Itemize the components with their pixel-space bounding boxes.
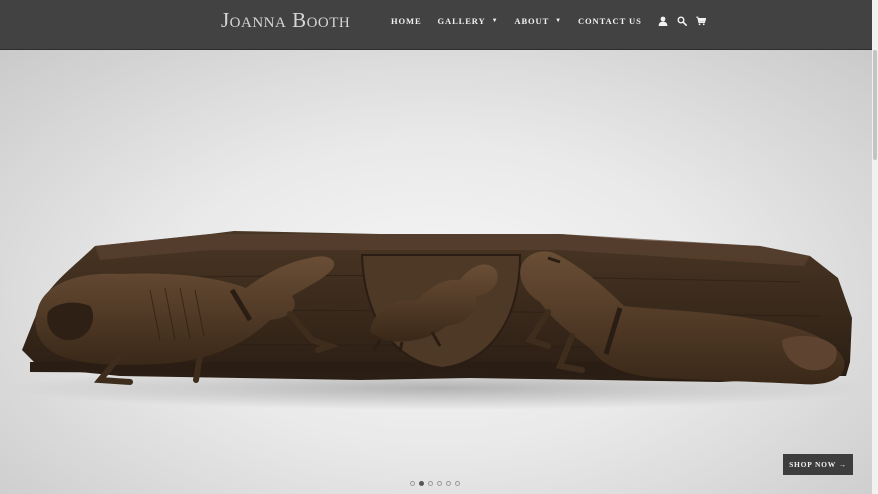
page-scrollbar[interactable] <box>872 0 878 494</box>
nav-gallery-label: GALLERY <box>437 16 486 26</box>
slide-dot[interactable] <box>455 481 460 486</box>
nav-home-label: HOME <box>391 16 422 26</box>
slide-dot[interactable] <box>446 481 451 486</box>
search-icon[interactable] <box>677 16 687 26</box>
slide-indicators <box>410 481 464 486</box>
slide-dot[interactable] <box>437 481 442 486</box>
chevron-down-icon: ▼ <box>555 18 562 24</box>
chevron-down-icon: ▼ <box>491 18 499 24</box>
nav-home[interactable]: HOME <box>391 16 422 26</box>
nav-about-label: ABOUT <box>514 16 550 26</box>
hero-slideshow[interactable]: SHOP NOW → <box>0 50 872 494</box>
site-logo[interactable]: Joanna Booth <box>221 8 350 33</box>
account-icon[interactable] <box>658 16 668 26</box>
nav-about[interactable]: ABOUT ▼ <box>514 16 562 26</box>
nav-contact-label: CONTACT US <box>577 16 642 26</box>
site-header: Joanna Booth HOME GALLERY ▼ ABOUT ▼ CONT… <box>0 0 872 50</box>
nav-contact[interactable]: CONTACT US <box>578 16 642 26</box>
main-nav: HOME GALLERY ▼ ABOUT ▼ CONTACT US <box>391 16 715 26</box>
slide-dot-active[interactable] <box>419 481 424 486</box>
scrollbar-thumb[interactable] <box>873 50 877 160</box>
slide-dot[interactable] <box>428 481 433 486</box>
slide-dot[interactable] <box>410 481 415 486</box>
cart-icon[interactable] <box>696 16 706 26</box>
shop-now-button[interactable]: SHOP NOW → <box>783 454 853 475</box>
nav-gallery[interactable]: GALLERY ▼ <box>438 16 499 26</box>
hero-image <box>10 231 870 410</box>
